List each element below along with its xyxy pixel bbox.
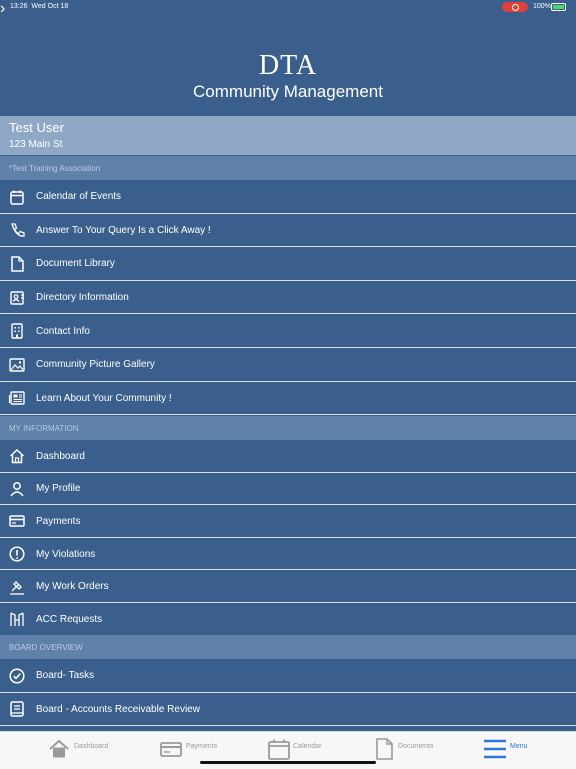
user-address: 123 Main St bbox=[9, 139, 63, 150]
calendar-icon bbox=[268, 739, 290, 760]
menu-item-label: My Work Orders bbox=[36, 581, 109, 593]
menu-item-label: Board- Tasks bbox=[36, 670, 95, 682]
tab-menu[interactable]: Menu bbox=[484, 732, 574, 769]
menu-item-label: Learn About Your Community ! bbox=[36, 392, 172, 404]
menu-item-label: Directory Information bbox=[36, 292, 129, 304]
menu-item-label: Payments bbox=[36, 515, 81, 527]
hammer-icon bbox=[10, 580, 24, 595]
calendar-icon bbox=[10, 190, 24, 205]
menu-item-directory-information[interactable]: Directory Information bbox=[0, 280, 576, 315]
acc-icon bbox=[10, 612, 24, 627]
alert-icon bbox=[9, 546, 25, 562]
phone-icon bbox=[11, 223, 25, 238]
book-icon bbox=[10, 701, 24, 717]
menu-item-my-profile[interactable]: My Profile bbox=[0, 472, 576, 506]
app-subtitle: Community Management bbox=[193, 82, 383, 101]
user-name: Test User bbox=[9, 120, 64, 135]
document-icon bbox=[11, 256, 24, 272]
tab-label: Documents bbox=[398, 743, 434, 750]
tab-label: Payments bbox=[186, 743, 218, 750]
menu-item-label: Answer To Your Query Is a Click Away ! bbox=[36, 224, 211, 236]
menu-item-payments[interactable]: Payments bbox=[0, 505, 576, 538]
menu-item-label: ACC Requests bbox=[36, 613, 103, 625]
tab-dashboard[interactable]: Dashboard bbox=[48, 732, 138, 769]
menu-item-contact-info[interactable]: Contact Info bbox=[0, 314, 576, 348]
menu-item-board-tasks[interactable]: Board- Tasks bbox=[0, 659, 576, 693]
status-time: 13:26 Wed Oct 18 bbox=[10, 3, 69, 10]
screen-record-icon bbox=[502, 2, 528, 12]
menu-item-board-accounts-receivable-review[interactable]: Board - Accounts Receivable Review bbox=[0, 692, 576, 726]
menu-icon bbox=[484, 739, 506, 759]
app-logo: DTA bbox=[258, 50, 318, 81]
building-icon bbox=[11, 323, 23, 339]
menu-item-document-library[interactable]: Document Library bbox=[0, 247, 576, 281]
menu-item-label: Board - Accounts Receivable Review bbox=[36, 703, 200, 715]
image-icon bbox=[9, 358, 25, 372]
menu-item-label: Document Library bbox=[36, 258, 115, 270]
menu-item-my-work-orders[interactable]: My Work Orders bbox=[0, 570, 576, 603]
tab-label: Menu bbox=[510, 743, 528, 750]
tab-label: Dashboard bbox=[74, 743, 109, 750]
section-board-overview: BOARD OVERVIEW bbox=[0, 635, 576, 659]
section-association: *Test Training Association bbox=[0, 156, 576, 180]
document-icon bbox=[376, 738, 393, 760]
status-bar: 13:26 Wed Oct 18 100% bbox=[0, 0, 576, 14]
home-indicator bbox=[200, 761, 376, 764]
menu-item-answer-to-your-query-is-a-click-away[interactable]: Answer To Your Query Is a Click Away ! bbox=[0, 213, 576, 248]
credit-card-icon bbox=[9, 515, 25, 528]
tab-documents[interactable]: Documents bbox=[373, 732, 463, 769]
home-icon bbox=[9, 449, 25, 464]
menu-item-dashboard[interactable]: Dashboard bbox=[0, 440, 576, 473]
menu-item-label: Calendar of Events bbox=[36, 191, 122, 203]
battery-icon bbox=[551, 3, 566, 11]
person-icon bbox=[10, 481, 24, 497]
battery-percent: 100% bbox=[533, 3, 551, 10]
credit-card-icon bbox=[160, 742, 182, 757]
menu-item-my-violations[interactable]: My Violations bbox=[0, 537, 576, 571]
user-profile-row[interactable]: Test User 123 Main St bbox=[0, 116, 576, 155]
menu-item-label: My Violations bbox=[36, 548, 96, 560]
menu-item-learn-about-your-community[interactable]: Learn About Your Community ! bbox=[0, 381, 576, 416]
section-my-information: MY INFORMATION bbox=[0, 416, 576, 440]
app-header: DTA Community Management bbox=[0, 14, 576, 116]
tab-label: Calendar bbox=[293, 743, 322, 750]
check-circle-icon bbox=[9, 668, 25, 684]
home-icon bbox=[49, 739, 69, 758]
menu-item-label: Contact Info bbox=[36, 325, 90, 337]
menu-item-label: My Profile bbox=[36, 483, 81, 495]
menu-item-community-picture-gallery[interactable]: Community Picture Gallery bbox=[0, 348, 576, 382]
menu-item-acc-requests[interactable]: ACC Requests bbox=[0, 603, 576, 636]
newspaper-icon bbox=[8, 391, 25, 406]
menu-item-calendar-of-events[interactable]: Calendar of Events bbox=[0, 180, 576, 214]
contact-card-icon bbox=[10, 290, 24, 305]
menu-item-label: Community Picture Gallery bbox=[36, 359, 155, 371]
menu-item-label: Dashboard bbox=[36, 450, 85, 462]
